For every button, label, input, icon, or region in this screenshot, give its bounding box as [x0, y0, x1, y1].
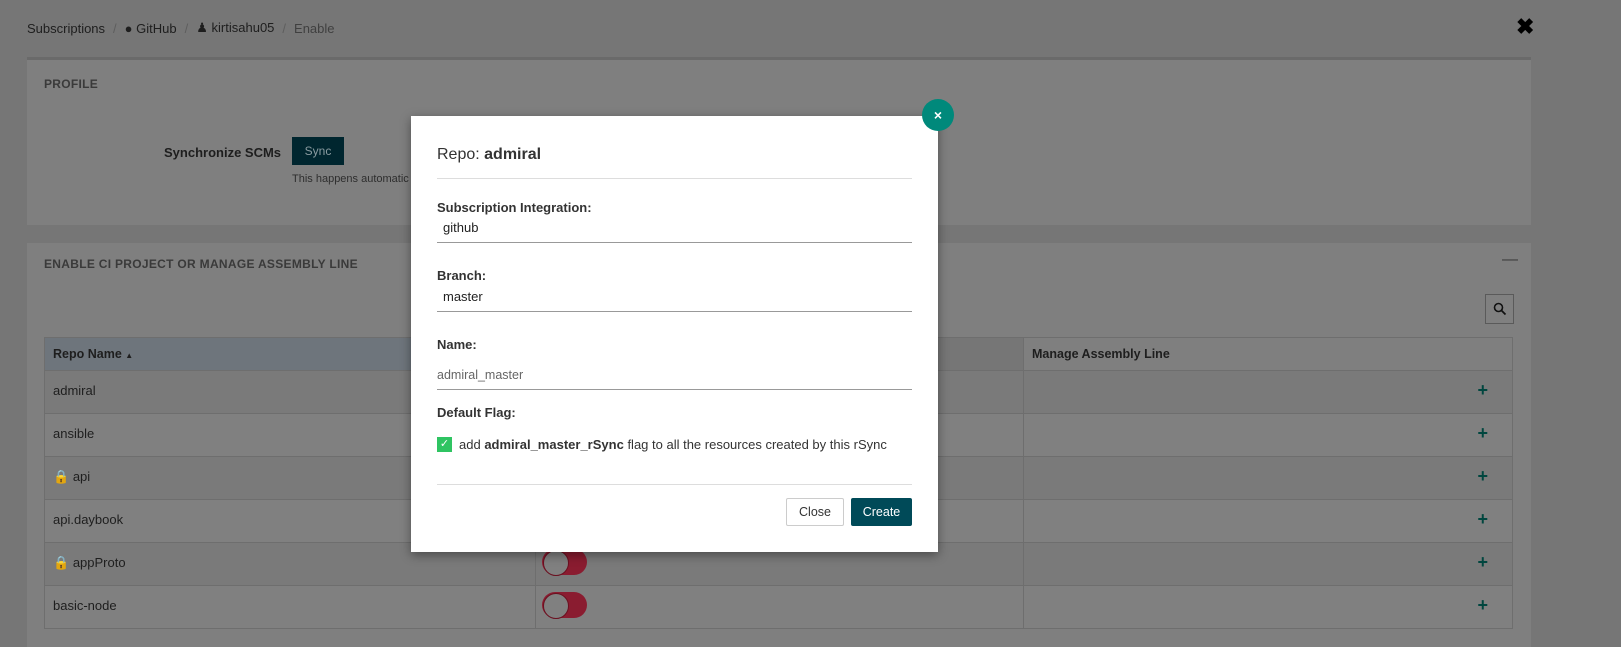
page-close-icon[interactable]: ✖ [1516, 14, 1534, 40]
manage-cell: + [1023, 413, 1513, 457]
repo-name: basic-node [53, 598, 117, 613]
breadcrumb-subscriptions[interactable]: Subscriptions [27, 21, 105, 36]
breadcrumb-separator: / [113, 20, 117, 36]
check-icon: ✓ [439, 438, 450, 450]
default-flag-checkbox[interactable]: ✓ [437, 437, 452, 452]
repo-name: api.daybook [53, 512, 124, 527]
branch-label: Branch: [437, 268, 487, 283]
plus-icon[interactable]: + [1477, 381, 1488, 399]
create-rsync-modal: Repo: admiral Subscription Integration: … [411, 116, 938, 552]
breadcrumb: Subscriptions / ● GitHub / ♟ kirtisahu05… [27, 20, 335, 36]
breadcrumb-user[interactable]: ♟ kirtisahu05 [196, 20, 274, 36]
repo-name: ansible [53, 426, 95, 441]
profile-title: PROFILE [44, 77, 99, 91]
manage-cell: + [1023, 585, 1513, 629]
lock-icon: 🔒 [53, 555, 70, 570]
assembly-title: ENABLE CI PROJECT OR MANAGE ASSEMBLY LIN… [44, 257, 358, 271]
repo-name: api [72, 469, 91, 484]
repo-name-cell: basic-node [44, 585, 536, 629]
repo-name: appProto [72, 555, 126, 570]
branch-field[interactable]: master [437, 286, 912, 312]
plus-icon[interactable]: + [1477, 467, 1488, 485]
breadcrumb-current: Enable [294, 20, 335, 36]
modal-close-icon[interactable]: × [922, 99, 954, 131]
integration-field[interactable]: github [437, 217, 912, 243]
breadcrumb-separator: / [184, 20, 189, 36]
manage-cell: + [1023, 499, 1513, 543]
plus-icon[interactable]: + [1477, 510, 1488, 528]
breadcrumb-github[interactable]: ● GitHub [125, 21, 177, 36]
user-icon: ♟ [196, 20, 208, 35]
column-manage-assembly-line: Manage Assembly Line [1023, 337, 1513, 371]
sync-button[interactable]: Sync [292, 137, 344, 165]
close-button[interactable]: Close [786, 498, 844, 526]
github-icon: ● [124, 20, 133, 36]
enable-toggle[interactable] [542, 592, 587, 619]
plus-icon[interactable]: + [1477, 596, 1488, 614]
sync-help-text: This happens automatic [292, 173, 409, 185]
enable-cell [535, 585, 1024, 629]
name-input[interactable]: admiral_master [437, 364, 912, 390]
plus-icon[interactable]: + [1477, 553, 1488, 571]
sort-asc-icon: ▲ [125, 351, 134, 360]
default-flag-text: add admiral_master_rSync flag to all the… [459, 437, 887, 452]
breadcrumb-user-label: kirtisahu05 [211, 20, 275, 35]
name-label: Name: [437, 337, 477, 352]
search-button[interactable] [1485, 294, 1514, 324]
divider [437, 178, 912, 179]
lock-icon: 🔒 [53, 469, 70, 484]
divider [437, 484, 912, 485]
manage-cell: + [1023, 370, 1513, 414]
breadcrumb-github-label: GitHub [136, 20, 177, 36]
enable-toggle[interactable] [542, 549, 587, 576]
create-button[interactable]: Create [851, 498, 912, 526]
manage-cell: + [1023, 456, 1513, 500]
default-flag-label: Default Flag: [437, 405, 516, 420]
modal-title: Repo: admiral [437, 146, 542, 163]
table-row: basic-node + [44, 585, 1513, 629]
repo-name: admiral [53, 383, 96, 398]
manage-cell: + [1023, 542, 1513, 586]
breadcrumb-separator: / [282, 20, 287, 36]
plus-icon[interactable]: + [1477, 424, 1488, 442]
search-icon [1493, 302, 1506, 316]
integration-label: Subscription Integration: [437, 200, 592, 215]
collapse-icon[interactable]: — [1502, 251, 1518, 269]
sync-label: Synchronize SCMs [164, 145, 282, 160]
